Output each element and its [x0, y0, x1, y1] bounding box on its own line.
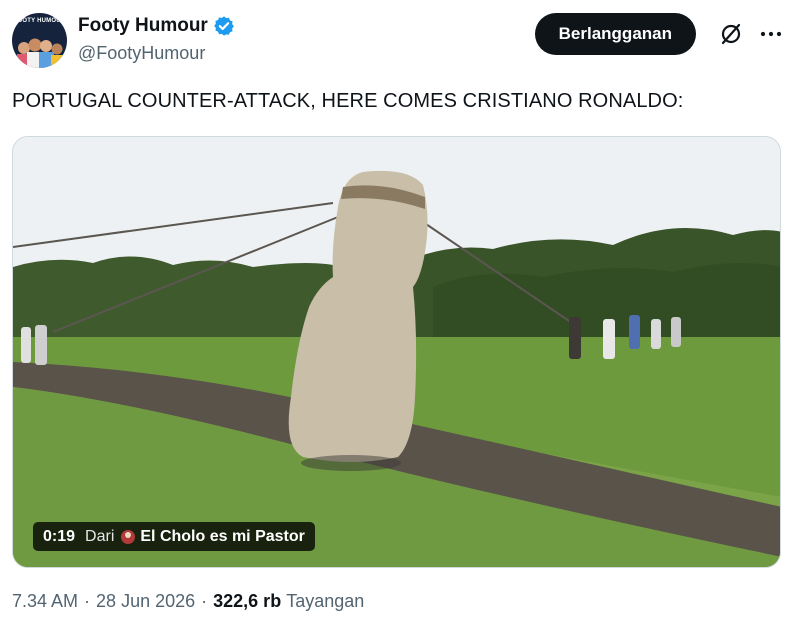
subscribe-button[interactable]: Berlangganan	[534, 13, 696, 55]
video-from-label: Dari	[85, 527, 115, 545]
post-time[interactable]: 7.34 AM	[12, 591, 78, 612]
tweet-header: FOOTY HUMOUR Footy Humour @FootyHumour B…	[12, 12, 788, 68]
avatar-logo-text: FOOTY HUMOUR	[13, 18, 66, 24]
name-row: Footy Humour	[78, 15, 235, 37]
tweet-meta: 7.34 AM · 28 Jun 2026 · 322,6 rb Tayanga…	[12, 591, 364, 612]
video-source-badge[interactable]: 0:19 Dari El Cholo es mi Pastor	[33, 522, 315, 551]
views-count: 322,6 rb	[213, 591, 282, 611]
tweet-text: PORTUGAL COUNTER-ATTACK, HERE COMES CRIS…	[12, 90, 684, 112]
video-frame	[13, 137, 780, 567]
separator-dot: ·	[84, 591, 91, 611]
display-name[interactable]: Footy Humour	[78, 15, 208, 37]
post-date[interactable]: 28 Jun 2026	[96, 591, 195, 612]
source-avatar-icon	[121, 529, 136, 544]
verified-badge-icon	[213, 16, 234, 36]
video-source-name: El Cholo es mi Pastor	[140, 527, 305, 545]
video-timestamp: 0:19	[43, 527, 76, 545]
more-icon[interactable]	[758, 21, 784, 47]
avatar[interactable]: FOOTY HUMOUR	[12, 13, 67, 68]
handle[interactable]: @FootyHumour	[78, 43, 205, 64]
views-label: Tayangan	[286, 591, 365, 611]
video-player[interactable]: 0:19 Dari El Cholo es mi Pastor	[12, 136, 781, 568]
avatar-illustration	[17, 38, 64, 68]
separator-dot: ·	[201, 591, 208, 611]
grok-icon[interactable]	[718, 21, 744, 47]
